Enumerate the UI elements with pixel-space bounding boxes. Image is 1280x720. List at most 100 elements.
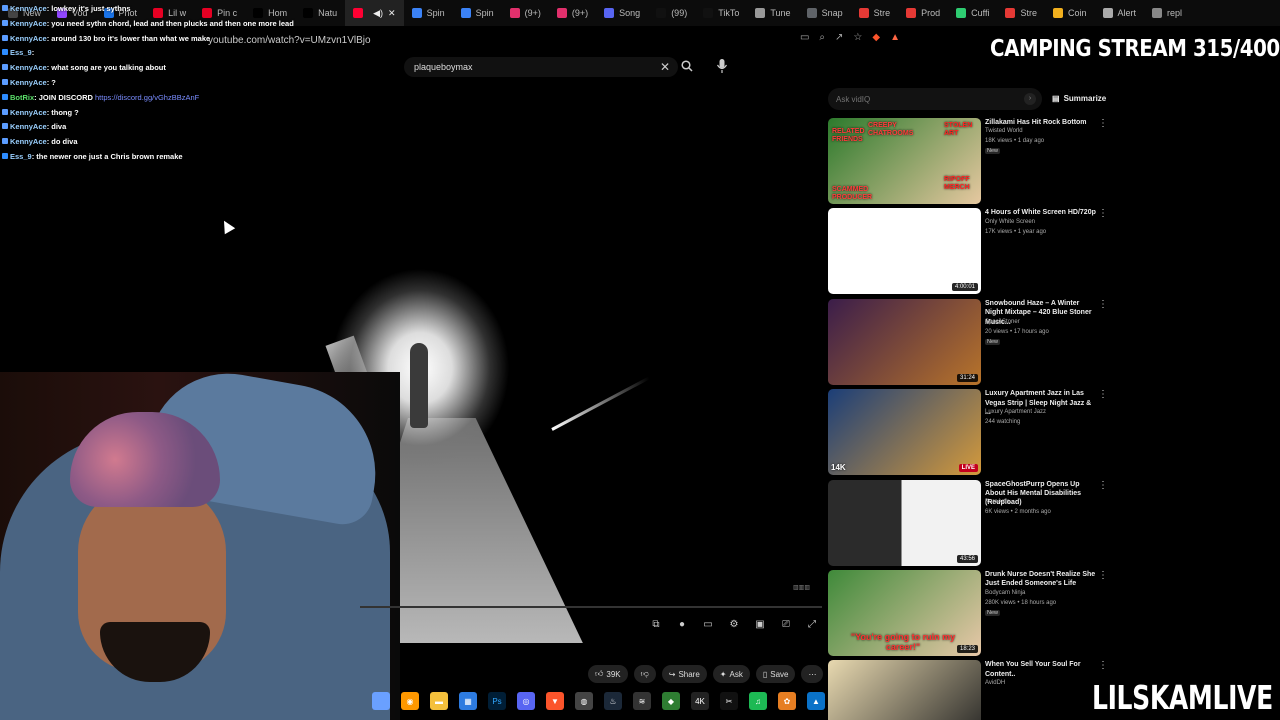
search-box[interactable]: ✕ [404, 57, 678, 77]
recommendation-card[interactable]: 14K LIVE Luxury Apartment Jazz in Las Vega… [828, 389, 1108, 479]
browser-tab[interactable]: Spin [404, 0, 453, 26]
more-options-icon[interactable]: ⋮ [1098, 299, 1108, 310]
video-progress-bar[interactable] [360, 606, 822, 608]
browser-tab[interactable]: Snap [799, 0, 851, 26]
share-icon[interactable]: ↗ [835, 32, 843, 43]
rewards-icon[interactable]: ▲ [890, 32, 900, 43]
recommendation-channel[interactable]: Twisted World [985, 128, 1023, 134]
settings-gear-icon[interactable]: ⚙ [728, 618, 740, 630]
more-actions-button[interactable]: ⋯ [801, 665, 824, 683]
ask-vidiq-input[interactable] [836, 94, 1016, 104]
summarize-button[interactable]: ▤ Summarize [1052, 94, 1106, 103]
miniplayer-icon[interactable]: ⧉ [650, 618, 662, 630]
browser-tab[interactable]: Natu [295, 0, 345, 26]
browser-tab[interactable]: Prod [898, 0, 948, 26]
recommendation-thumbnail[interactable]: 4:00:01 [828, 208, 981, 295]
ask-vidiq-box[interactable]: › [828, 88, 1042, 110]
recommendation-channel[interactable]: Only White Screen [985, 219, 1035, 225]
recommendation-title[interactable]: 4 Hours of White Screen HD/720p [985, 208, 1097, 217]
install-icon[interactable]: ▭ [800, 32, 809, 43]
audio-taskbar-icon[interactable]: ≋ [633, 692, 651, 710]
brave-taskbar-icon[interactable]: ▼ [546, 692, 564, 710]
clear-search-icon[interactable]: ✕ [660, 60, 670, 74]
widgets-taskbar-icon[interactable] [372, 692, 390, 710]
recommendation-channel[interactable]: KoreArtis [985, 499, 1010, 505]
capcut-taskbar-icon[interactable]: ✂ [720, 692, 738, 710]
tab-close-icon[interactable]: ✕ [388, 8, 396, 19]
photoshop-taskbar-icon[interactable]: Ps [488, 692, 506, 710]
recommendation-card[interactable]: "You're going to ruin my career!" 18:23 Dr… [828, 569, 1108, 660]
file-explorer-taskbar-icon[interactable]: ▬ [430, 692, 448, 710]
recommendation-card[interactable]: 43:56 SpaceGhostPurrp Opens Up About His … [828, 479, 1108, 570]
search-input[interactable] [414, 62, 634, 72]
ask-submit-icon[interactable]: › [1024, 93, 1036, 105]
dislike-button[interactable]: 👎︎ [633, 665, 656, 683]
browser-tab[interactable]: (9+) [502, 0, 549, 26]
search-icon[interactable] [681, 60, 693, 75]
browser-tab[interactable]: Song [596, 0, 648, 26]
browser-tab[interactable]: Stre [851, 0, 899, 26]
browser-tab[interactable]: Tune [747, 0, 798, 26]
recommendation-card[interactable]: 4:00:01 4 Hours of White Screen HD/720p On… [828, 208, 1108, 298]
discord-taskbar-icon[interactable]: ◎ [517, 692, 535, 710]
recommendation-thumbnail[interactable]: 31:24 [828, 298, 981, 385]
more-options-icon[interactable]: ⋮ [1098, 118, 1108, 129]
autoplay-toggle-icon[interactable]: ● [676, 618, 688, 630]
steam-taskbar-icon[interactable]: ♨ [604, 692, 622, 710]
fl-studio-taskbar-icon[interactable]: ✿ [778, 692, 796, 710]
chrome-taskbar-icon[interactable]: ◉ [401, 692, 419, 710]
store-taskbar-icon[interactable]: ▦ [459, 692, 477, 710]
browser-tab[interactable]: Spin [453, 0, 502, 26]
save-button[interactable]: ▯ Save [755, 665, 796, 683]
zoom-icon[interactable]: ⌕ [819, 32, 825, 43]
recommendation-card[interactable]: When You Sell Your Soul For Content.. Avi… [828, 660, 1108, 720]
more-options-icon[interactable]: ⋮ [1098, 208, 1108, 219]
brave-shield-icon[interactable]: ◆ [872, 32, 880, 43]
microphone-icon[interactable] [716, 58, 728, 74]
recommendation-thumbnail[interactable]: CREEPY CHATROOMS STOLEN ART RIPOFF MERCH SC… [828, 118, 981, 204]
tab-audio-icon[interactable]: ◀) [373, 8, 383, 19]
subtitles-icon[interactable]: ▭ [702, 618, 714, 630]
recommendation-title[interactable]: Zillakami Has Hit Rock Bottom [985, 118, 1097, 127]
browser-tab[interactable]: ◀) ✕ [345, 0, 404, 26]
like-button[interactable]: 👍︎ 39K [588, 665, 628, 683]
cast-icon[interactable]: ⎚ [780, 618, 792, 630]
4k-video-taskbar-icon[interactable]: 4K [691, 692, 709, 710]
recommendation-title[interactable]: Drunk Nurse Doesn't Realize She Just End… [985, 570, 1097, 589]
spotify-taskbar-icon[interactable]: ♫ [749, 692, 767, 710]
recommendation-thumbnail[interactable]: "You're going to ruin my career!" 18:23 [828, 569, 981, 656]
xbox-taskbar-icon[interactable]: ◆ [662, 692, 680, 710]
recommendation-channel[interactable]: AvidDH [985, 680, 1005, 686]
browser-tab[interactable]: TikTo [695, 0, 747, 26]
browser-tab[interactable]: Alert [1095, 0, 1145, 26]
recommendation-channel[interactable]: Bodycam Ninja [985, 590, 1025, 596]
browser-tab[interactable]: (99) [648, 0, 695, 26]
browser-tab[interactable]: repl [1144, 0, 1190, 26]
share-button[interactable]: ↪ Share [661, 665, 707, 683]
bookmark-icon[interactable]: ☆ [853, 32, 862, 43]
chat-link[interactable]: https://discord.gg/vGhzBBzAnF [95, 93, 199, 102]
recommendation-card[interactable]: 31:24 Snowbound Haze – A Winter Night Mix… [828, 298, 1108, 389]
fullscreen-icon[interactable]: ⤢ [806, 618, 818, 630]
recommendation-thumbnail[interactable]: 14K LIVE [828, 389, 981, 476]
browser-tab[interactable]: (9+) [549, 0, 596, 26]
chat-text: : do diva [46, 137, 78, 147]
more-options-icon[interactable]: ⋮ [1098, 389, 1108, 400]
theater-mode-icon[interactable]: ▣ [754, 618, 766, 630]
recommendation-thumbnail[interactable] [828, 660, 981, 720]
app-taskbar-icon[interactable]: ▲ [807, 692, 825, 710]
recommendation-title[interactable]: When You Sell Your Soul For Content.. [985, 660, 1097, 679]
browser-tab[interactable]: Cuffi [948, 0, 997, 26]
recommendation-channel[interactable]: SpaceStoner [985, 319, 1020, 325]
obs-taskbar-icon[interactable]: ◍ [575, 692, 593, 710]
recommendation-card[interactable]: CREEPY CHATROOMS STOLEN ART RIPOFF MERCH SC… [828, 118, 1108, 208]
browser-tab[interactable]: Stre [997, 0, 1045, 26]
ask-button[interactable]: ✦ Ask [712, 665, 750, 683]
recommendation-thumbnail[interactable]: 43:56 [828, 479, 981, 566]
browser-tab[interactable]: Coin [1045, 0, 1095, 26]
tab-favicon-icon [1152, 8, 1163, 18]
more-options-icon[interactable]: ⋮ [1098, 480, 1108, 491]
more-options-icon[interactable]: ⋮ [1098, 570, 1108, 581]
more-options-icon[interactable]: ⋮ [1098, 660, 1108, 671]
recommendation-channel[interactable]: Luxury Apartment Jazz [985, 409, 1046, 415]
